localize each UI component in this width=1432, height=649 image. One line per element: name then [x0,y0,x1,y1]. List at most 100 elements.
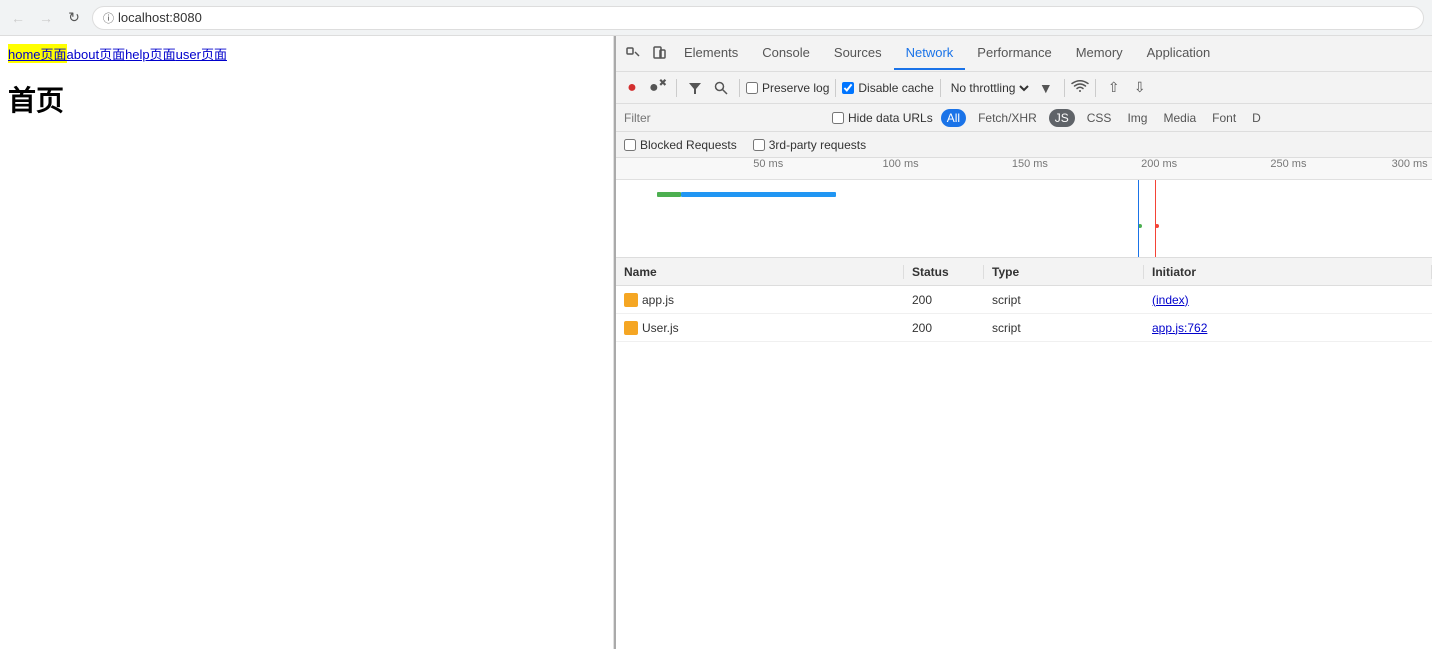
tab-memory[interactable]: Memory [1064,37,1135,70]
nav-links: home页面 about页面 help页面 user页面 [8,44,605,63]
appjs-bar-green [657,192,681,197]
lock-icon: ⓘ [103,10,114,26]
hide-data-urls-checkbox[interactable] [832,112,844,124]
header-status: Status [904,265,984,279]
filter-img[interactable]: Img [1123,109,1151,127]
table-row[interactable]: app.js 200 script (index) [616,286,1432,314]
cell-initiator-appjs: (index) [1144,293,1432,307]
nav-link-about[interactable]: about页面 [67,44,126,63]
third-party-checkbox[interactable] [753,139,765,151]
separator-5 [1064,79,1065,97]
address-text: localhost:8080 [118,10,202,25]
page-content: home页面 about页面 help页面 user页面 首页 [0,36,614,649]
table-row[interactable]: User.js 200 script app.js:762 [616,314,1432,342]
tab-elements[interactable]: Elements [672,37,750,70]
header-type: Type [984,265,1144,279]
file-icon-userjs [624,321,638,335]
wifi-icon [1071,79,1089,96]
cell-type-appjs: script [984,293,1144,307]
filter-js[interactable]: JS [1049,109,1075,127]
cell-type-userjs: script [984,321,1144,335]
mark-50ms: 50 ms [753,158,783,170]
network-toolbar: ● ●✖ Preserve log [616,72,1432,104]
mark-300ms: 300 ms [1392,158,1428,170]
browser-bar: ← → ↻ ⓘ localhost:8080 [0,0,1432,36]
mark-100ms: 100 ms [883,158,919,170]
filename-userjs: User.js [642,321,679,335]
inspect-element-button[interactable] [620,41,646,67]
preserve-log-checkbox[interactable] [746,82,758,94]
header-initiator: Initiator [1144,265,1432,279]
timeline-area: 50 ms 100 ms 150 ms 200 ms 250 ms 300 ms [616,158,1432,258]
filter-bar: Hide data URLs All Fetch/XHR JS CSS Img … [616,104,1432,132]
cell-name-appjs: app.js [616,293,904,307]
mark-250ms: 250 ms [1270,158,1306,170]
blocked-requests-label[interactable]: Blocked Requests [624,138,737,152]
record-button[interactable]: ● [620,76,644,100]
filter-all[interactable]: All [941,109,966,127]
filter-button[interactable] [683,76,707,100]
cell-initiator-userjs: app.js:762 [1144,321,1432,335]
cell-name-userjs: User.js [616,321,904,335]
filter-font[interactable]: Font [1208,109,1240,127]
separator-3 [835,79,836,97]
mark-200ms: 200 ms [1141,158,1177,170]
blocked-requests-checkbox[interactable] [624,139,636,151]
devtools-tabs-bar: Elements Console Sources Network Perform… [616,36,1432,72]
tab-application[interactable]: Application [1135,37,1223,70]
filter-css[interactable]: CSS [1083,109,1116,127]
main-area: home页面 about页面 help页面 user页面 首页 [0,36,1432,649]
tab-network[interactable]: Network [894,37,966,70]
devtools-panel: Elements Console Sources Network Perform… [614,36,1432,649]
devtools-tab-list: Elements Console Sources Network Perform… [672,37,1428,70]
throttle-dropdown[interactable]: ▼ [1034,76,1058,100]
separator-4 [940,79,941,97]
separator-1 [676,79,677,97]
tab-console[interactable]: Console [750,37,822,70]
hide-data-urls-label[interactable]: Hide data URLs [832,111,933,125]
file-icon-appjs [624,293,638,307]
filter-media[interactable]: Media [1159,109,1200,127]
refresh-button[interactable]: ↻ [64,8,84,28]
preserve-log-label[interactable]: Preserve log [746,81,829,95]
filename-appjs: app.js [642,293,674,307]
separator-2 [739,79,740,97]
disable-cache-label[interactable]: Disable cache [842,81,933,95]
tab-sources[interactable]: Sources [822,37,894,70]
cell-status-userjs: 200 [904,321,984,335]
mark-150ms: 150 ms [1012,158,1048,170]
address-bar[interactable]: ⓘ localhost:8080 [92,6,1424,30]
nav-link-help[interactable]: help页面 [125,44,176,63]
search-button[interactable] [709,76,733,100]
upload-button[interactable]: ⇧ [1102,76,1126,100]
disable-cache-checkbox[interactable] [842,82,854,94]
vline-blue [1138,180,1139,258]
download-button[interactable]: ⇩ [1128,76,1152,100]
filter-fetch-xhr[interactable]: Fetch/XHR [974,109,1041,127]
throttle-select[interactable]: No throttling Fast 3G Slow 3G Offline [947,80,1032,96]
clear-button[interactable]: ●✖ [646,76,670,100]
nav-link-user[interactable]: user页面 [176,44,227,63]
ruler-marks: 50 ms 100 ms 150 ms 200 ms 250 ms 300 ms [624,158,1432,179]
initiator-link-userjs[interactable]: app.js:762 [1152,321,1207,335]
separator-6 [1095,79,1096,97]
appjs-bar-blue [681,192,836,197]
table-header: Name Status Type Initiator [616,258,1432,286]
initiator-link-appjs[interactable]: (index) [1152,293,1189,307]
filter-doc[interactable]: D [1248,109,1265,127]
vline-red [1155,180,1156,258]
third-party-label[interactable]: 3rd-party requests [753,138,866,152]
tab-performance[interactable]: Performance [965,37,1063,70]
forward-button[interactable]: → [36,8,56,28]
page-heading: 首页 [8,79,605,119]
header-name: Name [616,265,904,279]
filter-input[interactable] [624,111,824,125]
cell-status-appjs: 200 [904,293,984,307]
network-table: Name Status Type Initiator app.js 200 sc… [616,258,1432,649]
nav-link-home[interactable]: home页面 [8,44,67,63]
device-toolbar-button[interactable] [646,41,672,67]
blocked-bar: Blocked Requests 3rd-party requests [616,132,1432,158]
timeline-ruler: 50 ms 100 ms 150 ms 200 ms 250 ms 300 ms [616,158,1432,180]
back-button[interactable]: ← [8,8,28,28]
timeline-content [616,180,1432,258]
